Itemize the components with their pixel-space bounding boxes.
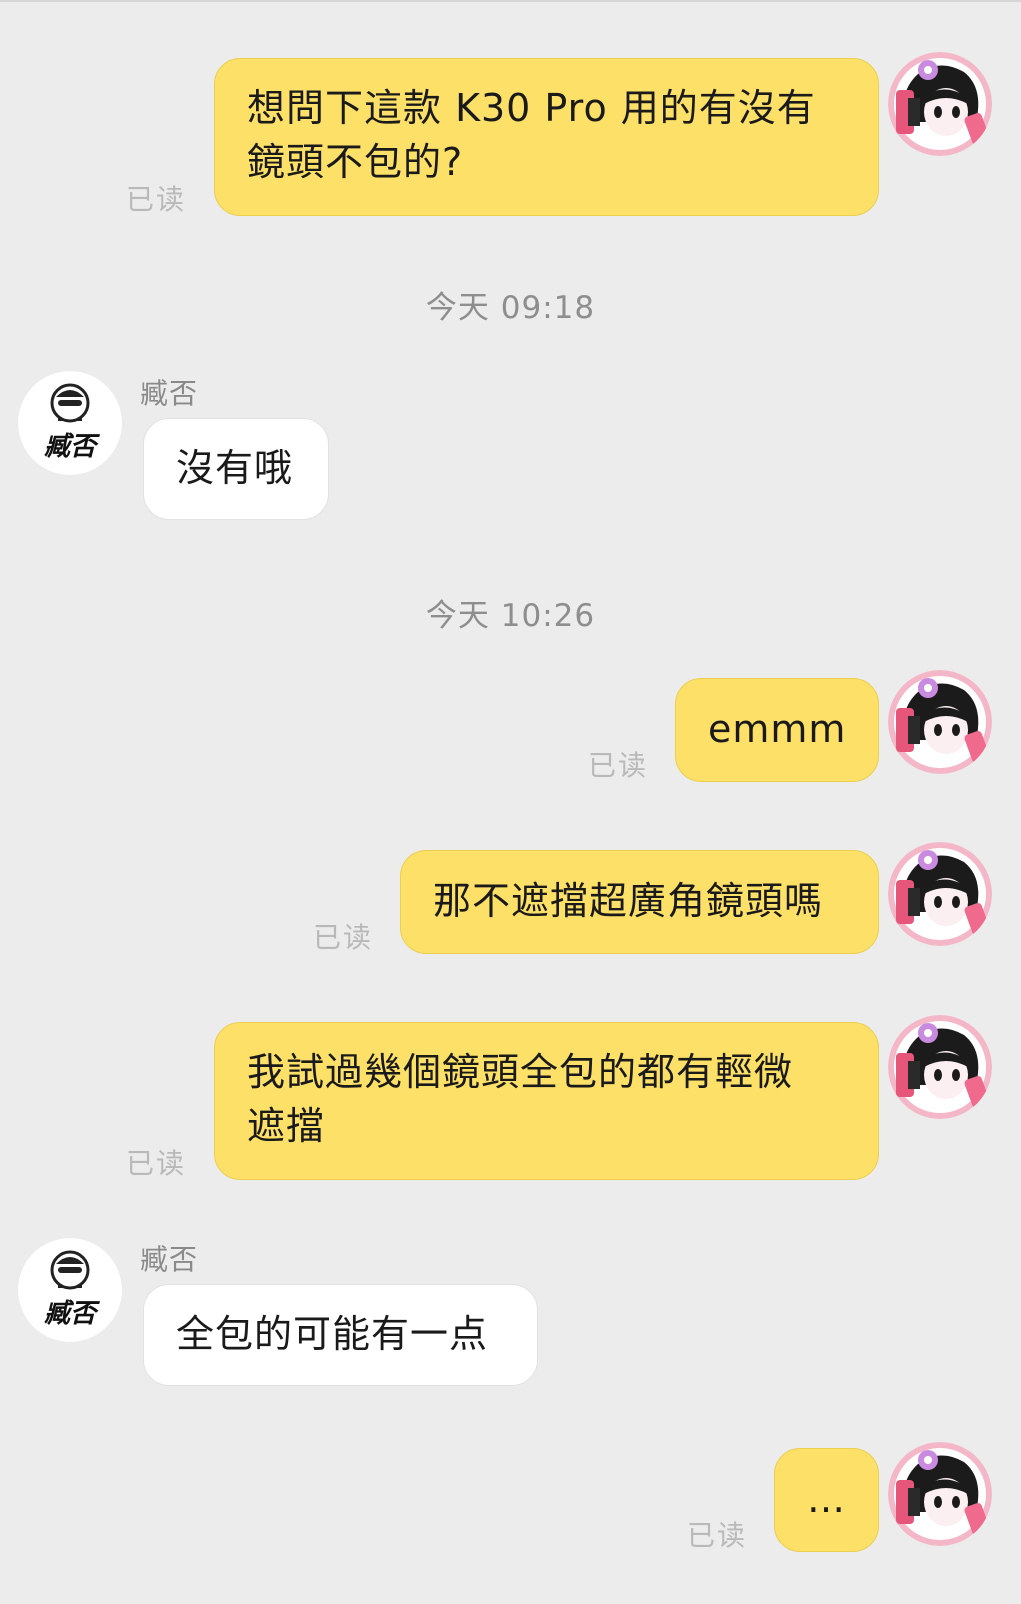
message-bubble-outgoing[interactable]: 我試過幾個鏡頭全包的都有輕微 遮擋	[214, 1022, 879, 1180]
svg-text:臧否: 臧否	[44, 432, 100, 462]
top-divider	[0, 0, 1021, 2]
read-status: 已读	[126, 1147, 187, 1180]
my-avatar[interactable]	[888, 670, 992, 774]
read-status: 已读	[126, 183, 187, 216]
my-avatar[interactable]	[888, 1015, 992, 1119]
sender-name: 臧否	[140, 377, 199, 410]
contact-avatar[interactable]: 臧否	[18, 371, 122, 475]
my-avatar[interactable]	[888, 52, 992, 156]
message-bubble-incoming[interactable]: 全包的可能有一点	[143, 1284, 538, 1386]
message-bubble-outgoing[interactable]: 想問下這款 K30 Pro 用的有沒有 鏡頭不包的?	[214, 58, 879, 216]
anime-girl-avatar-icon	[888, 1442, 992, 1546]
anime-girl-avatar-icon	[888, 842, 992, 946]
contact-avatar[interactable]: 臧否	[18, 1238, 122, 1342]
anime-girl-avatar-icon	[888, 670, 992, 774]
anime-girl-avatar-icon	[888, 52, 992, 156]
message-bubble-outgoing[interactable]: …	[774, 1448, 879, 1552]
svg-text:臧否: 臧否	[44, 1299, 100, 1329]
sender-name: 臧否	[140, 1243, 199, 1276]
my-avatar[interactable]	[888, 842, 992, 946]
man-with-sunglasses-avatar-icon: 臧否	[18, 1238, 122, 1342]
read-status: 已读	[687, 1519, 748, 1552]
read-status: 已读	[313, 921, 374, 954]
message-bubble-outgoing[interactable]: emmm	[675, 678, 879, 782]
timestamp: 今天 09:18	[425, 290, 596, 326]
read-status: 已读	[588, 749, 649, 782]
timestamp: 今天 10:26	[425, 598, 596, 634]
man-with-sunglasses-avatar-icon: 臧否	[18, 371, 122, 475]
anime-girl-avatar-icon	[888, 1015, 992, 1119]
message-bubble-incoming[interactable]: 沒有哦	[143, 418, 329, 520]
my-avatar[interactable]	[888, 1442, 992, 1546]
message-bubble-outgoing[interactable]: 那不遮擋超廣角鏡頭嗎	[400, 850, 879, 954]
